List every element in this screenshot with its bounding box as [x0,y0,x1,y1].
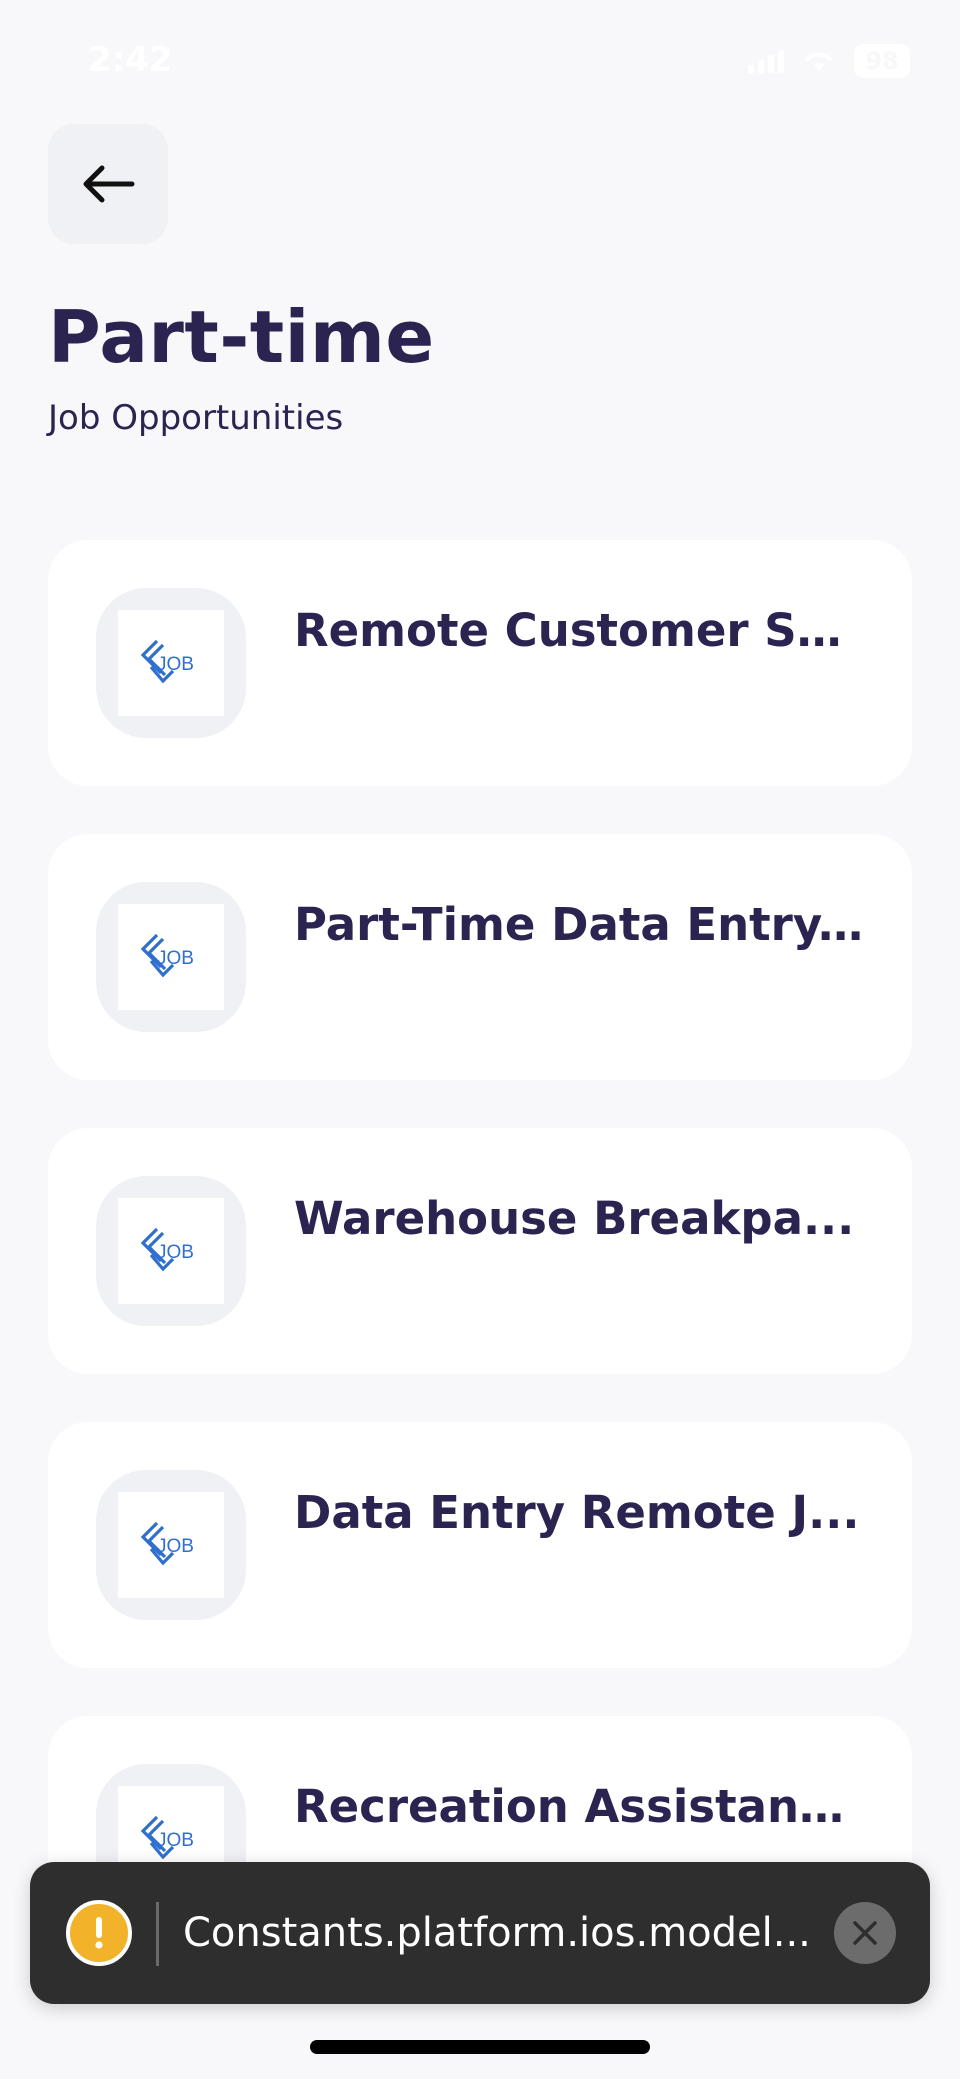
logo-text: JOB [157,948,194,969]
logo-text: JOB [157,1242,194,1263]
home-indicator[interactable] [310,2040,650,2054]
job-title: Recreation Assistant... [294,1780,864,1833]
close-icon [853,1921,877,1945]
logo-text: JOB [157,654,194,675]
job-logo-icon: JOB [140,933,194,978]
cellular-signal-icon [748,49,784,73]
job-title: Remote Customer Se... [294,604,864,657]
wifi-icon [804,49,834,73]
toast-close-button[interactable] [834,1902,896,1964]
job-logo-icon: JOB [140,1521,194,1566]
job-card[interactable]: JOB Data Entry Remote J... [48,1422,912,1668]
battery-indicator: 98 [854,44,910,78]
job-logo-icon: JOB [140,639,194,684]
page-title: Part-time [48,295,435,379]
job-card[interactable]: JOB Remote Customer Se... [48,540,912,786]
company-logo: JOB [96,1470,246,1620]
job-logo-icon: JOB [140,1815,194,1860]
job-list: JOB Remote Customer Se... JOB Part-Time … [48,540,912,2010]
toast-divider [156,1902,159,1966]
logo-text: JOB [157,1536,194,1557]
job-logo-icon: JOB [140,1227,194,1272]
company-logo: JOB [96,882,246,1032]
job-title: Data Entry Remote J... [294,1486,860,1539]
job-title: Warehouse Breakpa... [294,1192,855,1245]
back-button[interactable] [48,124,168,244]
status-time: 2:42 [88,40,173,80]
company-logo: JOB [96,588,246,738]
job-card[interactable]: JOB Part-Time Data Entry... [48,834,912,1080]
job-title: Part-Time Data Entry... [294,898,864,951]
toast-notification: Constants.platform.ios.model... [30,1862,930,2004]
status-bar: 2:42 98 [0,0,960,120]
company-logo: JOB [96,1176,246,1326]
toast-message: Constants.platform.ios.model... [183,1910,811,1956]
page-subtitle: Job Opportunities [48,398,344,438]
exclamation-icon [66,1900,132,1966]
status-icons: 98 [748,44,910,78]
job-card[interactable]: JOB Warehouse Breakpa... [48,1128,912,1374]
arrow-left-icon [83,165,135,203]
logo-text: JOB [157,1830,194,1851]
